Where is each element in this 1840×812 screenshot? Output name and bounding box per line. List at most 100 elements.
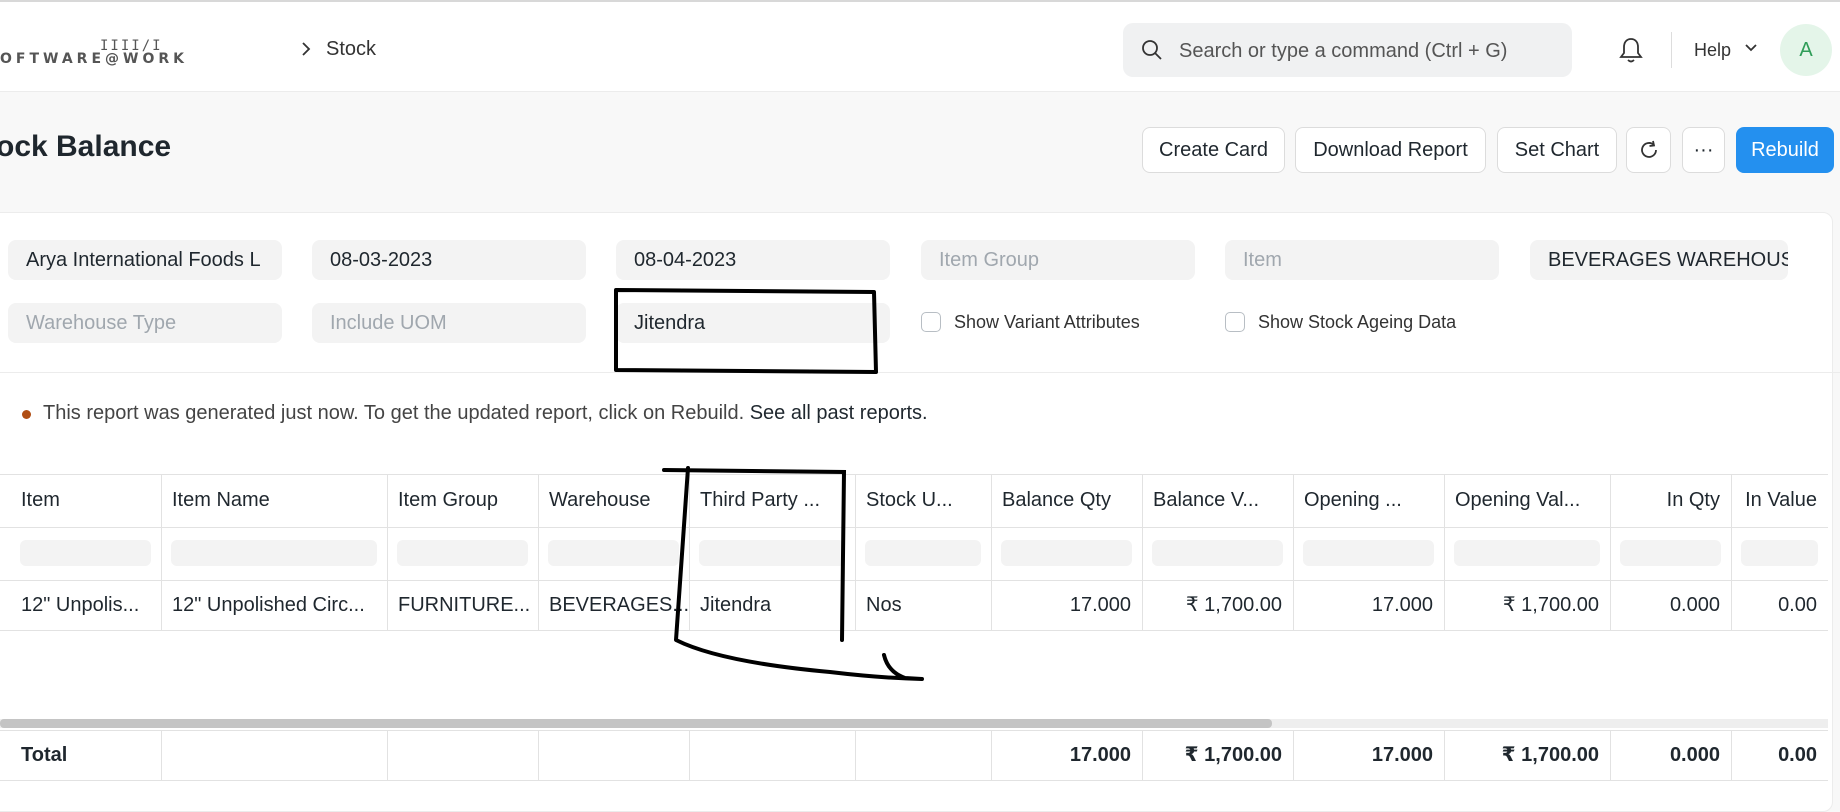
table-cell[interactable]: 17.000: [991, 580, 1142, 630]
table-cell[interactable]: Jitendra: [689, 580, 855, 630]
total-row-bottom: [0, 780, 1828, 781]
total-cell: 17.000: [1069, 744, 1131, 766]
filter-input-box[interactable]: [1001, 540, 1132, 566]
total-label: Total: [21, 744, 68, 766]
column-filter-input[interactable]: [855, 527, 991, 580]
column-filter-input[interactable]: [689, 527, 855, 580]
set-chart-button[interactable]: Set Chart: [1497, 127, 1617, 173]
notice-text: This report was generated just now. To g…: [43, 402, 745, 424]
item-filter[interactable]: Item: [1225, 240, 1499, 280]
notice-dot: [22, 410, 31, 419]
warehouse-filter[interactable]: BEVERAGES WAREHOUSE: [1530, 240, 1788, 280]
item-group-filter[interactable]: Item Group: [921, 240, 1195, 280]
logo-text: OFTWARE@WORK: [0, 51, 188, 67]
show-variant-attributes-label: Show Variant Attributes: [954, 312, 1140, 332]
table-cell[interactable]: ₹ 1,700.00: [1444, 580, 1610, 630]
refresh-button[interactable]: [1626, 127, 1671, 173]
table-cell[interactable]: Nos: [855, 580, 991, 630]
column-filter-input[interactable]: [1444, 527, 1610, 580]
column-filter-input[interactable]: [1610, 527, 1731, 580]
show-stock-ageing-checkbox[interactable]: [1225, 312, 1245, 332]
filter-input-box[interactable]: [20, 540, 151, 566]
filter-input-box[interactable]: [865, 540, 981, 566]
table-cell[interactable]: 12" Unpolished Circ...: [161, 580, 387, 630]
filter-input-box[interactable]: [1620, 540, 1721, 566]
column-filter-input[interactable]: [991, 527, 1142, 580]
filter-input-box[interactable]: [1741, 540, 1818, 566]
filter-input-box[interactable]: [171, 540, 377, 566]
column-header-opening[interactable]: Opening ...: [1293, 474, 1444, 527]
column-header-third-party[interactable]: Third Party ...: [689, 474, 855, 527]
from-date-filter[interactable]: 08-03-2023: [312, 240, 586, 280]
table-cell[interactable]: 12" Unpolis...: [10, 580, 161, 630]
search-input[interactable]: [1177, 23, 1561, 79]
total-cell: ₹ 1,700.00: [1184, 744, 1282, 766]
show-variant-attributes-checkbox[interactable]: [921, 312, 941, 332]
refresh-icon: [1640, 140, 1657, 158]
filter-input-box[interactable]: [548, 540, 679, 566]
table-cell[interactable]: FURNITURE...: [387, 580, 538, 630]
breadcrumb-stock[interactable]: Stock: [326, 38, 376, 61]
table-cell[interactable]: 17.000: [1293, 580, 1444, 630]
filter-input-box[interactable]: [699, 540, 845, 566]
column-header-in-qty[interactable]: In Qty: [1610, 474, 1731, 527]
app-logo[interactable]: IIII/I OFTWARE@WORK: [0, 38, 260, 68]
horizontal-scrollbar-thumb[interactable]: [0, 719, 1272, 728]
total-cell: [538, 730, 689, 780]
column-filter-input[interactable]: [161, 527, 387, 580]
filter-input-box[interactable]: [1303, 540, 1434, 566]
column-filter-input[interactable]: [1293, 527, 1444, 580]
column-header-opening-val[interactable]: Opening Val...: [1444, 474, 1610, 527]
column-filter-input[interactable]: [1142, 527, 1293, 580]
column-header-balance-v[interactable]: Balance V...: [1142, 474, 1293, 527]
total-cell: 17.000: [1371, 744, 1433, 766]
company-filter[interactable]: Arya International Foods L: [8, 240, 282, 280]
create-card-button[interactable]: Create Card: [1142, 127, 1285, 173]
filters-divider: [0, 372, 1840, 373]
column-header-item[interactable]: Item: [10, 474, 161, 527]
column-filter-input[interactable]: [10, 527, 161, 580]
filter-input-box[interactable]: [1152, 540, 1283, 566]
see-past-reports-link[interactable]: See all past reports.: [750, 402, 928, 424]
page-title: tock Balance: [0, 130, 172, 163]
third-party-filter[interactable]: Jitendra: [616, 303, 890, 343]
total-cell: 0.00: [1778, 744, 1817, 766]
more-actions-button[interactable]: ···: [1682, 127, 1725, 173]
column-header-stock-u[interactable]: Stock U...: [855, 474, 991, 527]
total-cell: 0.000: [1669, 744, 1720, 766]
navbar-divider: [1671, 32, 1672, 68]
avatar[interactable]: A: [1780, 24, 1832, 76]
column-header-balance-qty[interactable]: Balance Qty: [991, 474, 1142, 527]
column-header-warehouse[interactable]: Warehouse: [538, 474, 689, 527]
column-header-in-value[interactable]: In Value: [1731, 474, 1828, 527]
include-uom-filter[interactable]: Include UOM: [312, 303, 586, 343]
column-header-item-group[interactable]: Item Group: [387, 474, 538, 527]
report-notice: This report was generated just now. To g…: [43, 402, 928, 425]
table-cell[interactable]: 0.00: [1731, 580, 1828, 630]
column-filter-input[interactable]: [538, 527, 689, 580]
download-report-button[interactable]: Download Report: [1295, 127, 1486, 173]
column-header-item-name[interactable]: Item Name: [161, 474, 387, 527]
table-cell[interactable]: 0.000: [1610, 580, 1731, 630]
table-cell[interactable]: ₹ 1,700.00: [1142, 580, 1293, 630]
table-cell[interactable]: BEVERAGES...: [538, 580, 689, 630]
help-menu[interactable]: Help: [1694, 40, 1731, 61]
search-bar[interactable]: [1123, 23, 1572, 79]
rebuild-button[interactable]: Rebuild: [1736, 127, 1834, 173]
filter-input-box[interactable]: [397, 540, 528, 566]
column-filter-input[interactable]: [387, 527, 538, 580]
total-cell: [855, 730, 991, 780]
breadcrumb-chevron-icon: [300, 40, 312, 64]
to-date-filter[interactable]: 08-04-2023: [616, 240, 890, 280]
search-icon: [1142, 40, 1162, 60]
chevron-down-icon[interactable]: [1743, 39, 1759, 60]
column-filter-input[interactable]: [1731, 527, 1828, 580]
navbar: IIII/I OFTWARE@WORK Stock Help A: [0, 0, 1840, 92]
show-stock-ageing-label: Show Stock Ageing Data: [1258, 312, 1457, 332]
filter-input-box[interactable]: [1454, 540, 1600, 566]
total-cell: ₹ 1,700.00: [1501, 744, 1599, 766]
row-divider: [0, 630, 1828, 631]
notification-bell-icon[interactable]: [1618, 36, 1644, 69]
warehouse-type-filter[interactable]: Warehouse Type: [8, 303, 282, 343]
total-cell: [689, 730, 855, 780]
